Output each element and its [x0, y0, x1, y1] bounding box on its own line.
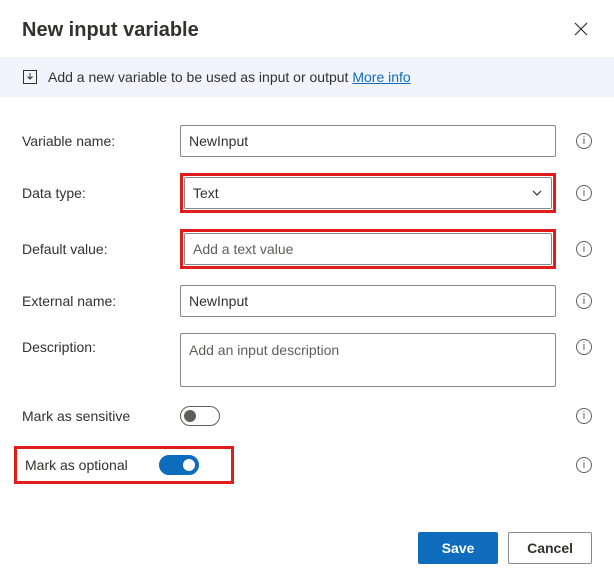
default-value-label: Default value: [22, 241, 172, 257]
external-name-label: External name: [22, 293, 172, 309]
variable-name-input[interactable] [180, 125, 556, 157]
data-type-value: Text [193, 185, 219, 201]
description-label: Description: [22, 333, 172, 355]
mark-optional-toggle[interactable] [159, 455, 199, 475]
info-icon[interactable]: i [576, 241, 592, 257]
toggle-knob [183, 459, 195, 471]
description-input[interactable] [180, 333, 556, 387]
download-icon [22, 69, 38, 85]
dialog-title: New input variable [22, 19, 199, 42]
mark-sensitive-row: Mark as sensitive i [22, 406, 592, 426]
external-name-row: External name: i [22, 285, 592, 317]
dialog-header: New input variable [0, 0, 614, 57]
info-icon[interactable]: i [576, 339, 592, 355]
default-value-input[interactable] [184, 233, 552, 265]
mark-optional-row: Mark as optional i [22, 446, 592, 484]
close-button[interactable] [570, 18, 592, 43]
variable-name-row: Variable name: i [22, 125, 592, 157]
info-icon[interactable]: i [576, 133, 592, 149]
description-row: Description: i [22, 333, 592, 390]
mark-sensitive-label: Mark as sensitive [22, 408, 172, 424]
dialog-footer: Save Cancel [0, 514, 614, 580]
dialog-body: Variable name: i Data type: Text i Defau… [0, 97, 614, 514]
toggle-knob [184, 410, 196, 422]
data-type-select[interactable]: Text [184, 177, 552, 209]
close-icon [574, 22, 588, 36]
new-input-variable-dialog: New input variable Add a new variable to… [0, 0, 614, 580]
external-name-input[interactable] [180, 285, 556, 317]
banner-text: Add a new variable to be used as input o… [48, 69, 411, 85]
variable-name-label: Variable name: [22, 133, 172, 149]
chevron-down-icon [531, 187, 543, 199]
info-icon[interactable]: i [576, 457, 592, 473]
info-icon[interactable]: i [576, 293, 592, 309]
mark-sensitive-toggle[interactable] [180, 406, 220, 426]
data-type-label: Data type: [22, 185, 172, 201]
mark-optional-label: Mark as optional [25, 457, 159, 473]
info-icon[interactable]: i [576, 408, 592, 424]
more-info-link[interactable]: More info [352, 69, 410, 85]
data-type-row: Data type: Text i [22, 173, 592, 213]
info-banner: Add a new variable to be used as input o… [0, 57, 614, 97]
default-value-row: Default value: i [22, 229, 592, 269]
info-icon[interactable]: i [576, 185, 592, 201]
